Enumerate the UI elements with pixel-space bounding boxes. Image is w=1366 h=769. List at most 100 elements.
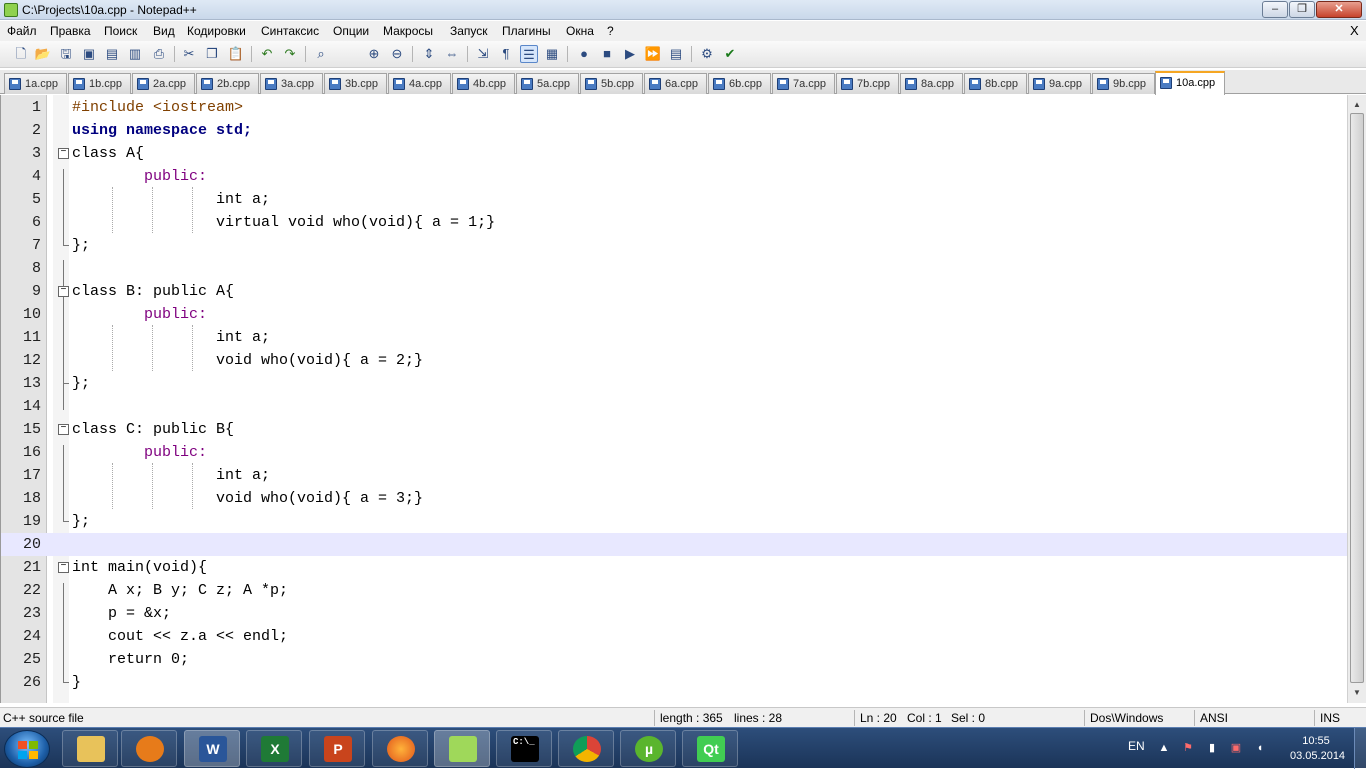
code-line: 10 public: [22, 306, 208, 323]
print-icon[interactable]: ⎙ [150, 45, 168, 63]
show-hidden-icons-icon[interactable]: ▲ [1158, 742, 1170, 754]
menu-run[interactable]: Запуск [450, 24, 488, 38]
tab-9a[interactable]: 9a.cpp [1028, 73, 1091, 94]
menu-macros[interactable]: Макросы [383, 24, 433, 38]
zoom-out-icon[interactable]: ⊖ [388, 45, 406, 63]
save-all-icon[interactable]: ▣ [80, 45, 98, 63]
tab-6b[interactable]: 6b.cpp [708, 73, 771, 94]
stop-macro-icon[interactable]: ■ [598, 45, 616, 63]
open-file-icon[interactable]: 📂 [34, 45, 52, 63]
vertical-scrollbar[interactable]: ▲ ▼ [1347, 95, 1366, 703]
tab-1b[interactable]: 1b.cpp [68, 73, 131, 94]
tab-10a[interactable]: 10a.cpp [1155, 71, 1225, 95]
language-indicator[interactable]: EN [1128, 739, 1145, 753]
menu-edit[interactable]: Правка [50, 24, 91, 38]
find-icon[interactable]: ⌕ [312, 45, 330, 63]
taskbar-media-player[interactable] [121, 730, 177, 767]
fold-collapse-icon[interactable]: − [58, 286, 69, 297]
show-desktop-button[interactable] [1354, 728, 1366, 769]
document-tab-bar: 1a.cpp 1b.cpp 2a.cpp 2b.cpp 3a.cpp 3b.cp… [0, 70, 1366, 95]
tab-5b[interactable]: 5b.cpp [580, 73, 643, 94]
title-bar[interactable]: C:\Projects\10a.cpp - Notepad++ – ❐ ✕ [0, 0, 1366, 20]
redo-icon[interactable]: ↷ [281, 45, 299, 63]
menu-help[interactable]: ? [607, 24, 614, 38]
tab-7a[interactable]: 7a.cpp [772, 73, 835, 94]
volume-icon[interactable]: ◖ [1254, 742, 1266, 754]
saved-file-icon [393, 78, 405, 90]
code-editor[interactable]: 1 #include <iostream> 2 using namespace st… [0, 95, 1347, 703]
undo-icon[interactable]: ↶ [258, 45, 276, 63]
save-macro-icon[interactable]: ▤ [667, 45, 685, 63]
taskbar-qt-creator[interactable]: Qt [682, 730, 738, 767]
network-icon[interactable]: ▣ [1230, 742, 1242, 754]
command-prompt-icon: C:\_ [511, 736, 539, 762]
play-macro-icon[interactable]: ▶ [621, 45, 639, 63]
user-lang-icon[interactable]: ▦ [543, 45, 561, 63]
zoom-in-icon[interactable]: ⊕ [365, 45, 383, 63]
close-window-button[interactable]: ✕ [1316, 1, 1362, 18]
taskbar-notepad-plus-plus[interactable] [434, 730, 490, 767]
copy-icon[interactable]: ❐ [203, 45, 221, 63]
taskbar-firefox[interactable] [372, 730, 428, 767]
clock[interactable]: 10:55 03.05.2014 [1290, 734, 1345, 764]
close-icon[interactable]: ▤ [103, 45, 121, 63]
start-button[interactable] [4, 730, 50, 768]
menu-file[interactable]: Файл [7, 24, 37, 38]
scrollbar-thumb[interactable] [1350, 113, 1364, 683]
status-encoding: ANSI [1200, 711, 1229, 725]
tab-2b[interactable]: 2b.cpp [196, 73, 259, 94]
sync-vertical-icon[interactable]: ⇕ [420, 45, 438, 63]
run-macro-multiple-icon[interactable]: ⏩ [644, 45, 662, 63]
maximize-button[interactable]: ❐ [1289, 1, 1315, 18]
close-document-button[interactable]: X [1350, 23, 1359, 38]
save-icon[interactable]: 🖫 [57, 45, 75, 63]
menu-plugins[interactable]: Плагины [502, 24, 551, 38]
tab-5a[interactable]: 5a.cpp [516, 73, 579, 94]
tab-4b[interactable]: 4b.cpp [452, 73, 515, 94]
tab-6a[interactable]: 6a.cpp [644, 73, 707, 94]
tab-2a[interactable]: 2a.cpp [132, 73, 195, 94]
menu-windows[interactable]: Окна [566, 24, 594, 38]
cut-icon[interactable]: ✂ [180, 45, 198, 63]
tab-3b[interactable]: 3b.cpp [324, 73, 387, 94]
taskbar-excel[interactable]: X [246, 730, 302, 767]
menu-encoding[interactable]: Кодировки [187, 24, 246, 38]
menu-search[interactable]: Поиск [104, 24, 137, 38]
taskbar-powerpoint[interactable]: P [309, 730, 365, 767]
saved-file-icon [1033, 78, 1045, 90]
tab-3a[interactable]: 3a.cpp [260, 73, 323, 94]
fold-collapse-icon[interactable]: − [58, 562, 69, 573]
status-eol: Dos\Windows [1090, 711, 1164, 725]
show-all-chars-icon[interactable]: ¶ [497, 45, 515, 63]
taskbar-word[interactable]: W [184, 730, 240, 767]
tab-1a[interactable]: 1a.cpp [4, 73, 67, 94]
tab-8a[interactable]: 8a.cpp [900, 73, 963, 94]
launch-browser-icon[interactable]: ⚙ [698, 45, 716, 63]
tab-4a[interactable]: 4a.cpp [388, 73, 451, 94]
tab-9b[interactable]: 9b.cpp [1092, 73, 1155, 94]
sync-horizontal-icon[interactable]: ⇔ [443, 45, 461, 63]
paste-icon[interactable]: 📋 [227, 45, 245, 63]
minimize-button[interactable]: – [1262, 1, 1288, 18]
taskbar-explorer[interactable] [62, 730, 118, 767]
menu-options[interactable]: Опции [333, 24, 369, 38]
taskbar-utorrent[interactable]: µ [620, 730, 676, 767]
action-center-icon[interactable]: ⚑ [1182, 742, 1194, 754]
menu-syntax[interactable]: Синтаксис [261, 24, 319, 38]
fold-collapse-icon[interactable]: − [58, 424, 69, 435]
indent-guide-icon[interactable]: ☰ [520, 45, 538, 63]
battery-icon[interactable]: ▮ [1206, 742, 1218, 754]
word-wrap-icon[interactable]: ⇲ [474, 45, 492, 63]
tab-8b[interactable]: 8b.cpp [964, 73, 1027, 94]
spell-check-icon[interactable]: ✔ [721, 45, 739, 63]
tab-7b[interactable]: 7b.cpp [836, 73, 899, 94]
scroll-down-icon[interactable]: ▼ [1349, 685, 1365, 701]
scroll-up-icon[interactable]: ▲ [1349, 97, 1365, 113]
close-all-icon[interactable]: ▥ [126, 45, 144, 63]
taskbar-chrome[interactable] [558, 730, 614, 767]
taskbar-command-prompt[interactable]: C:\_ [496, 730, 552, 767]
new-file-icon[interactable]: 🗋 [12, 45, 30, 63]
record-macro-icon[interactable]: ● [575, 45, 593, 63]
fold-collapse-icon[interactable]: − [58, 148, 69, 159]
menu-view[interactable]: Вид [153, 24, 175, 38]
